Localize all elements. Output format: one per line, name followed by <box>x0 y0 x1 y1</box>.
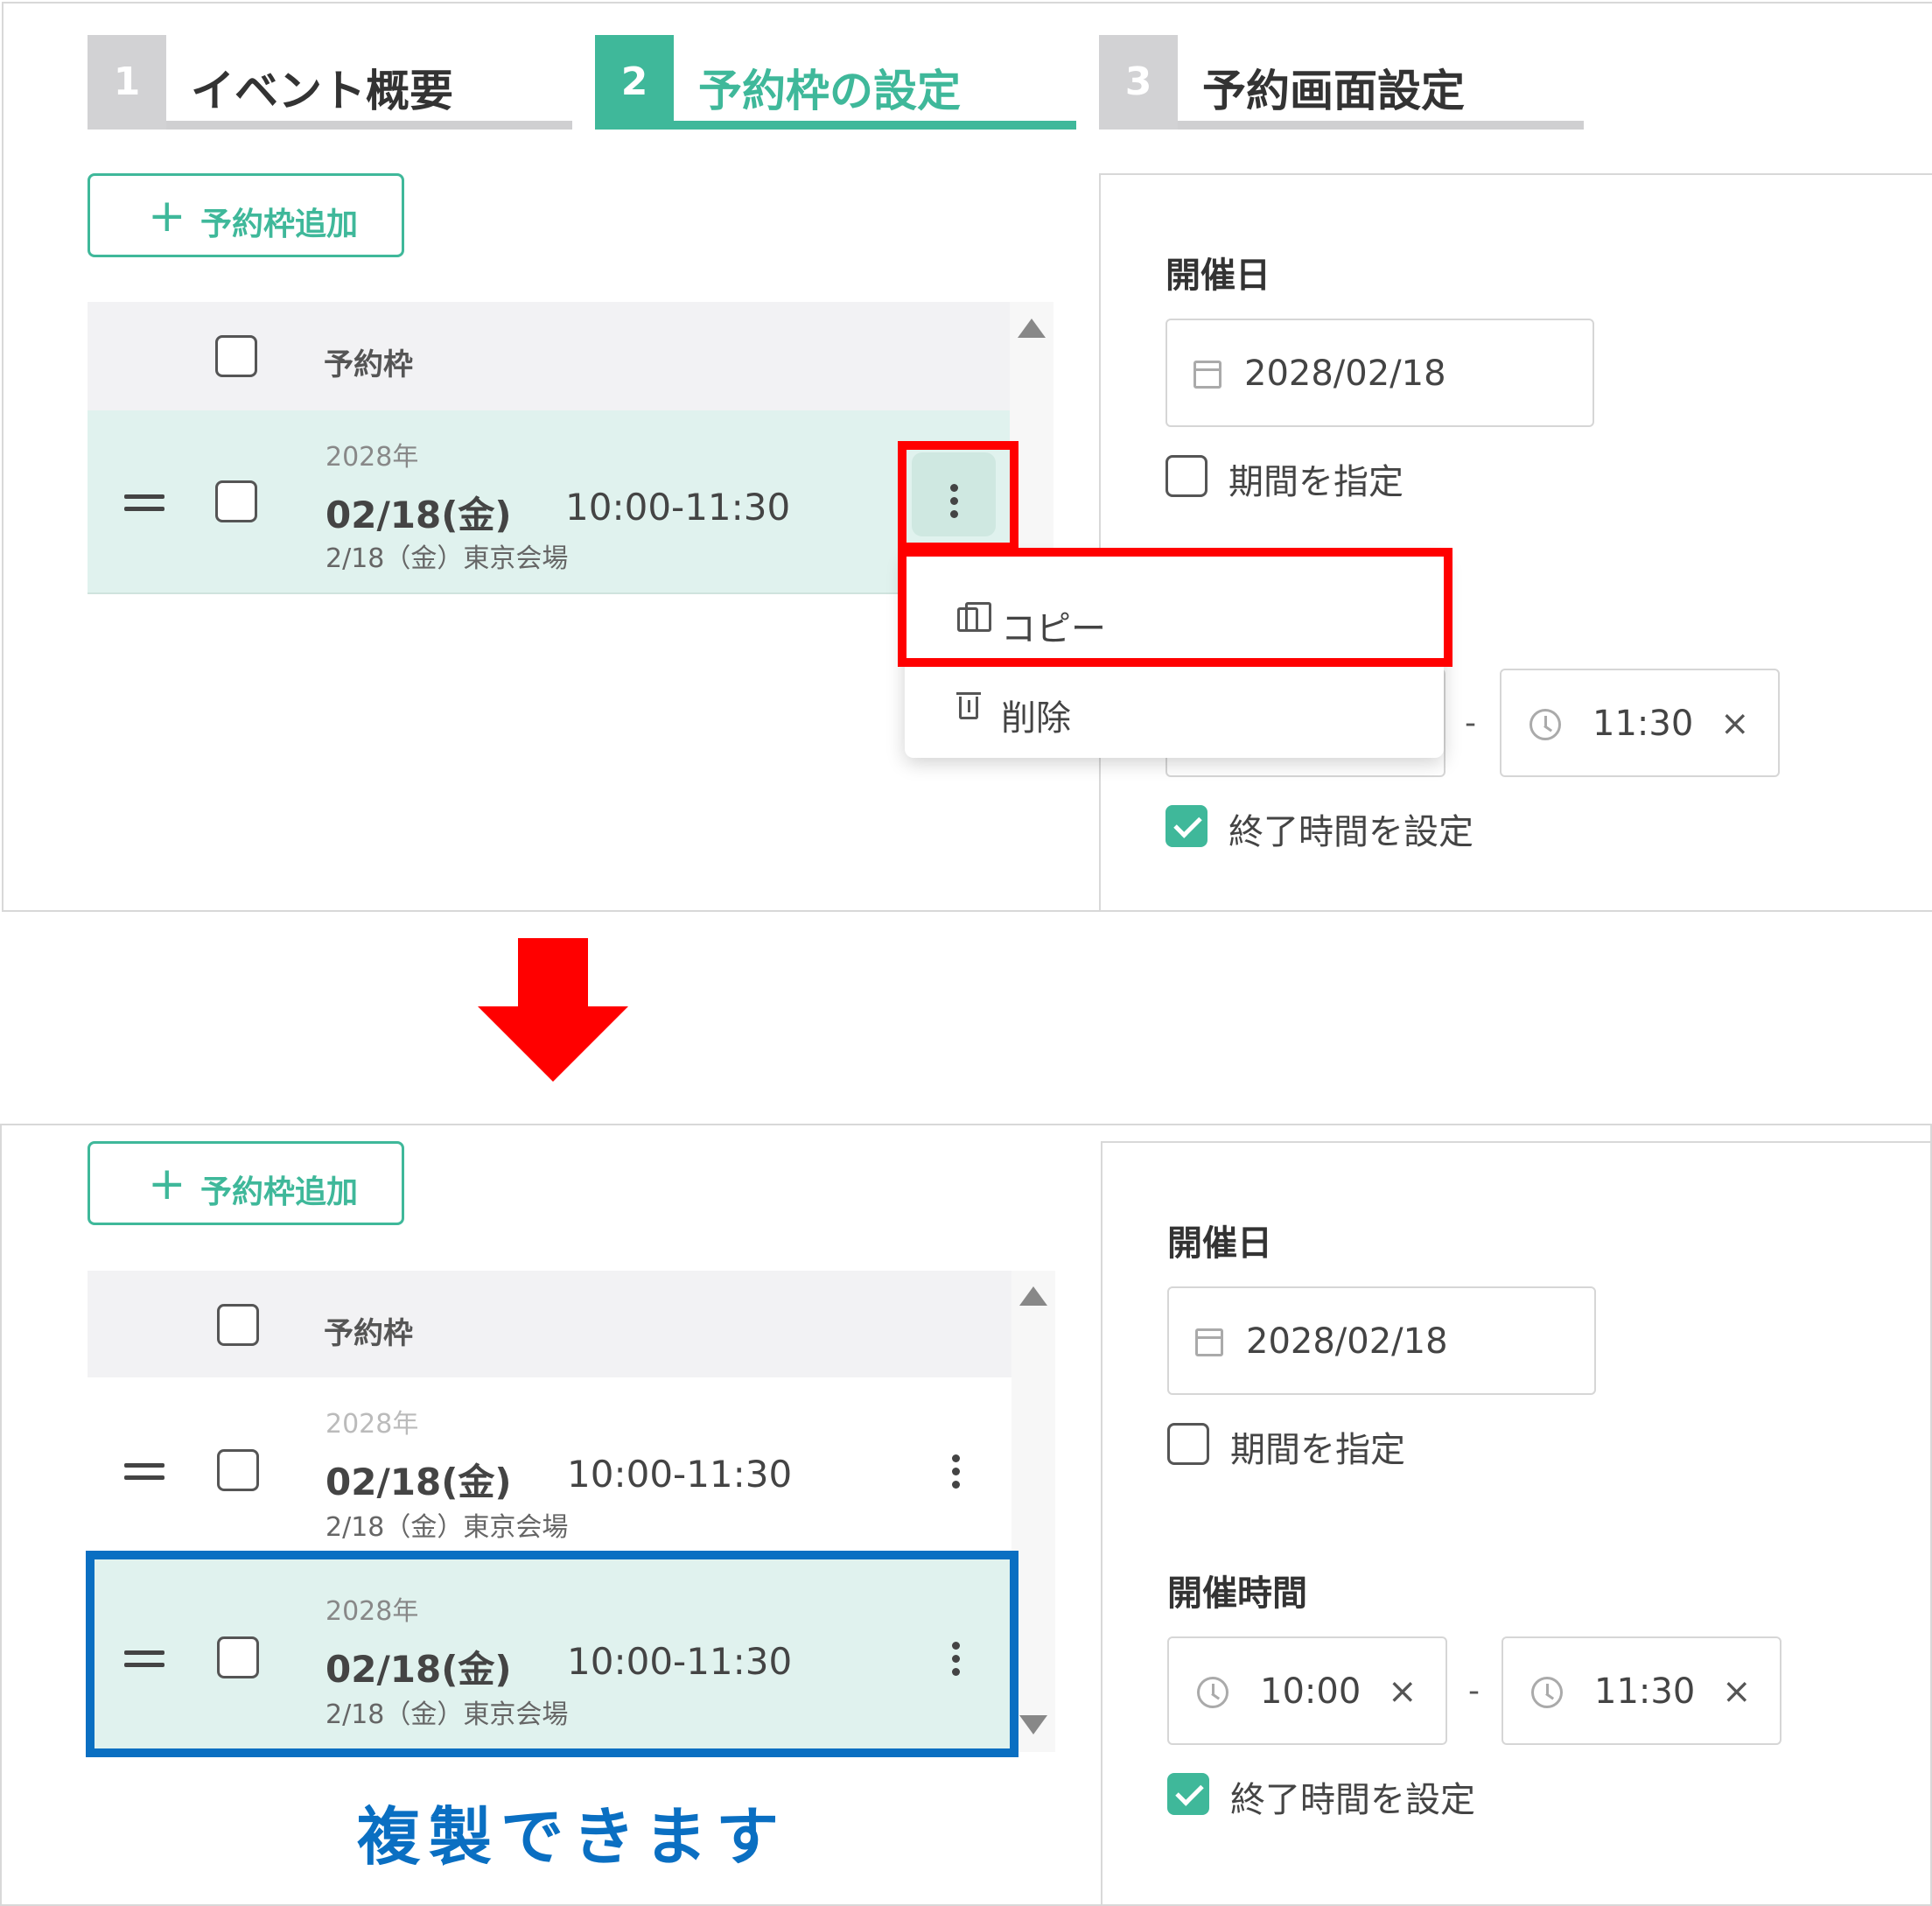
step-3[interactable]: 3 予約画面設定 <box>1099 35 1584 130</box>
menu-item-delete-label: 削除 <box>1001 698 1071 739</box>
time-separator: - <box>1465 705 1476 741</box>
slot-date: 02/18(金) <box>326 494 512 536</box>
period-checkbox[interactable] <box>1167 1423 1209 1465</box>
scroll-down-arrow[interactable] <box>1019 1715 1047 1734</box>
start-time-value: 10:00 <box>1260 1671 1362 1712</box>
end-time-toggle-label: 終了時間を設定 <box>1228 812 1474 852</box>
step-1-number: 1 <box>88 35 166 130</box>
step-2[interactable]: 2 予約枠の設定 <box>595 35 1076 130</box>
step-1[interactable]: 1 イベント概要 <box>88 35 572 130</box>
slot-table-header-after: 予約枠 <box>88 1271 1012 1377</box>
slot-table-header: 予約枠 <box>88 302 1010 410</box>
calendar-icon <box>1194 361 1222 389</box>
step-3-label: 予約画面設定 <box>1202 66 1465 116</box>
slot-year: 2028年 <box>326 1409 419 1440</box>
add-slot-button-after[interactable]: + 予約枠追加 <box>88 1141 404 1225</box>
date-label: 開催日 <box>1166 256 1270 296</box>
start-time-input[interactable]: 10:00 × <box>1167 1636 1447 1745</box>
highlight-copied-row <box>86 1551 1018 1757</box>
slot-row[interactable]: 2028年 02/18(金) 10:00-11:30 2/18（金）東京会場 <box>88 410 1010 594</box>
plus-icon: + <box>148 190 186 242</box>
date-value: 2028/02/18 <box>1246 1321 1448 1362</box>
clear-end-time-icon[interactable]: × <box>1720 704 1750 744</box>
caption-duplicated: 複製できます <box>357 1800 788 1874</box>
slot-venue: 2/18（金）東京会場 <box>326 1512 569 1543</box>
date-value: 2028/02/18 <box>1244 354 1446 394</box>
slot-row-original[interactable]: 2028年 02/18(金) 10:00-11:30 2/18（金）東京会場 <box>88 1377 1012 1549</box>
slot-date: 02/18(金) <box>326 1461 512 1503</box>
end-time-checkbox[interactable] <box>1167 1773 1209 1815</box>
end-time-checkbox[interactable] <box>1166 805 1208 847</box>
slot-time: 10:00-11:30 <box>565 486 791 529</box>
scroll-up-arrow[interactable] <box>1018 319 1046 338</box>
end-time-toggle-label: 終了時間を設定 <box>1230 1780 1475 1820</box>
highlight-kebab <box>898 441 1018 551</box>
date-input[interactable]: 2028/02/18 <box>1166 319 1594 427</box>
select-all-checkbox[interactable] <box>217 1304 259 1346</box>
clock-icon <box>1197 1677 1228 1708</box>
time-separator: - <box>1468 1673 1480 1709</box>
step-2-number: 2 <box>595 35 674 130</box>
end-time-value: 11:30 <box>1594 1671 1696 1712</box>
date-label: 開催日 <box>1167 1223 1272 1264</box>
trash-icon <box>956 692 981 719</box>
add-slot-button[interactable]: + 予約枠追加 <box>88 173 404 257</box>
end-time-input[interactable]: 11:30 × <box>1502 1636 1782 1745</box>
down-arrow-shaft <box>518 938 588 1008</box>
plus-icon: + <box>148 1158 186 1210</box>
period-label: 期間を指定 <box>1228 462 1404 502</box>
slot-time: 10:00-11:30 <box>567 1453 793 1496</box>
table-header-label: 予約枠 <box>324 347 413 382</box>
slot-venue: 2/18（金）東京会場 <box>326 543 569 574</box>
add-slot-label: 予約枠追加 <box>200 1174 359 1210</box>
time-label: 開催時間 <box>1167 1573 1307 1614</box>
step-1-label: イベント概要 <box>191 66 453 116</box>
down-arrow-head <box>478 1006 628 1082</box>
more-options-icon[interactable] <box>952 1454 961 1494</box>
clock-icon <box>1530 709 1561 740</box>
menu-item-delete[interactable]: 削除 <box>905 669 1444 753</box>
calendar-icon <box>1195 1328 1223 1356</box>
drag-handle-icon[interactable] <box>124 1463 164 1481</box>
step-2-label: 予約枠の設定 <box>698 66 961 116</box>
select-all-checkbox[interactable] <box>215 335 257 377</box>
drag-handle-icon[interactable] <box>124 494 164 512</box>
clear-start-time-icon[interactable]: × <box>1388 1671 1418 1712</box>
step-3-number: 3 <box>1099 35 1178 130</box>
date-input[interactable]: 2028/02/18 <box>1167 1286 1596 1395</box>
scroll-up-arrow[interactable] <box>1019 1286 1047 1306</box>
clear-end-time-icon[interactable]: × <box>1722 1671 1752 1712</box>
end-time-input[interactable]: 11:30 × <box>1500 669 1780 777</box>
highlight-copy <box>898 548 1452 667</box>
period-checkbox[interactable] <box>1166 455 1208 497</box>
add-slot-label: 予約枠追加 <box>200 207 359 242</box>
end-time-value: 11:30 <box>1592 704 1694 744</box>
table-header-label: 予約枠 <box>324 1316 413 1351</box>
period-label: 期間を指定 <box>1230 1430 1405 1470</box>
slot-row-checkbox[interactable] <box>215 480 257 522</box>
slot-row-checkbox[interactable] <box>217 1449 259 1491</box>
clock-icon <box>1531 1677 1563 1708</box>
slot-year: 2028年 <box>326 442 419 473</box>
